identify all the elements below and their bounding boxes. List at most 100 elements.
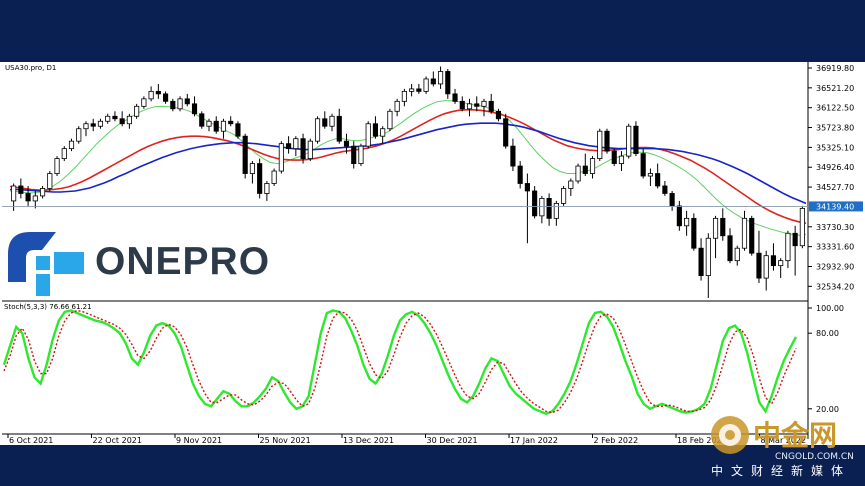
candle-body — [763, 255, 769, 279]
candle-body — [778, 260, 784, 267]
onepro-logo-icon — [8, 232, 84, 296]
price-tick-label: 35325.10 — [816, 143, 854, 152]
time-tick-label: 30 Dec 2021 — [427, 436, 478, 445]
time-tick-label: 6 Oct 2021 — [9, 436, 53, 445]
candle-body — [684, 217, 690, 227]
onepro-logo-text: ONEPRO — [95, 240, 271, 283]
candle-body — [112, 115, 118, 120]
candle-body — [553, 203, 559, 219]
candle-body — [372, 123, 379, 137]
price-tick-label: 35723.80 — [816, 124, 854, 133]
candle-body — [141, 98, 147, 107]
price-tick-label: 32534.20 — [816, 282, 854, 291]
candle-body — [727, 235, 733, 262]
stochastic-tick-label: 80.00 — [816, 329, 839, 338]
symbol-label: USA30.pro, D1 — [5, 64, 56, 72]
price-tick-label: 34527.70 — [816, 183, 854, 192]
candle-body — [517, 165, 523, 184]
candle-body — [39, 188, 46, 197]
candle-body — [409, 88, 415, 92]
candle-body — [720, 217, 726, 237]
candle-body — [749, 217, 755, 254]
candle-body — [539, 198, 545, 217]
candle-body — [669, 193, 675, 207]
candle-body — [206, 120, 212, 127]
candle-body — [734, 247, 740, 262]
candle-body — [430, 78, 436, 85]
watermark-url: CNGOLD.COM.CN — [775, 452, 854, 462]
price-tick-label: 33730.30 — [816, 223, 854, 232]
candle-body — [575, 165, 581, 182]
candle-body — [76, 128, 82, 142]
candle-body — [589, 158, 596, 174]
candle-body — [47, 173, 53, 189]
candle-body — [741, 217, 748, 249]
candle-body — [792, 232, 798, 247]
candle-body — [293, 138, 299, 150]
candle-body — [640, 153, 646, 177]
candle-body — [437, 71, 444, 85]
candle-body — [626, 125, 632, 157]
candle-body — [314, 118, 321, 142]
candle-body — [257, 163, 263, 194]
candle-body — [336, 115, 342, 142]
candle-body — [495, 110, 502, 120]
time-tick-label: 25 Nov 2021 — [260, 436, 311, 445]
watermark-cn-text: 中金网 — [753, 419, 838, 452]
candle-body — [387, 110, 393, 130]
candle-body — [249, 163, 255, 174]
candle-body — [662, 185, 668, 194]
candle-body — [416, 88, 422, 92]
candle-body — [322, 118, 328, 127]
candle-body — [177, 98, 183, 110]
candle-body — [11, 185, 17, 202]
candle-body — [307, 140, 313, 159]
candle-body — [561, 188, 567, 204]
candle-body — [68, 140, 75, 150]
candle-body — [119, 118, 125, 125]
price-tick-label: 36521.20 — [816, 84, 854, 93]
candle-body — [235, 123, 241, 137]
current-price-label: 34139.40 — [816, 202, 854, 211]
candle-body — [18, 185, 24, 194]
candle-body — [799, 207, 805, 247]
candle-body — [329, 115, 335, 127]
candle-body — [611, 150, 617, 164]
candle-body — [54, 158, 60, 174]
candle-body — [481, 100, 487, 107]
candle-body — [242, 135, 248, 174]
candle-body — [466, 103, 473, 110]
candle-body — [134, 105, 140, 117]
candle-body — [90, 123, 96, 127]
candle-body — [633, 125, 639, 155]
time-tick-label: 9 Nov 2021 — [176, 436, 222, 445]
candle-body — [705, 237, 711, 276]
price-tick-label: 36919.80 — [816, 64, 854, 73]
candle-body — [343, 140, 350, 147]
candle-body — [351, 145, 357, 164]
candle-body — [365, 123, 371, 147]
watermark-subtitle: 中文财经新媒体 — [711, 464, 852, 478]
candle-body — [452, 93, 458, 102]
candle-body — [191, 103, 198, 115]
candle-body — [423, 78, 429, 92]
candle-body — [510, 145, 516, 167]
chart-frame: 36919.80 36521.20 36122.50 35723.80 35325.10… — [0, 0, 865, 486]
candle-body — [655, 173, 661, 187]
candle-body — [358, 145, 364, 164]
candle-body — [474, 103, 480, 107]
time-tick-label: 22 Oct 2021 — [93, 436, 142, 445]
candle-body — [756, 252, 762, 279]
candle-body — [488, 100, 494, 112]
candle-body — [264, 183, 270, 194]
stochastic-label: Stoch(5,3,3) 76.66 61.21 — [4, 303, 92, 311]
stochastic-tick-label: 100.00 — [816, 304, 844, 313]
price-tick-label: 36122.50 — [816, 104, 854, 113]
candle-body — [597, 130, 603, 159]
candle-body — [532, 190, 538, 217]
candle-body — [32, 195, 38, 202]
candle-body — [97, 120, 104, 127]
candle-body — [286, 143, 292, 150]
candle-body — [712, 217, 719, 239]
price-tick-label: 33331.60 — [816, 243, 854, 252]
